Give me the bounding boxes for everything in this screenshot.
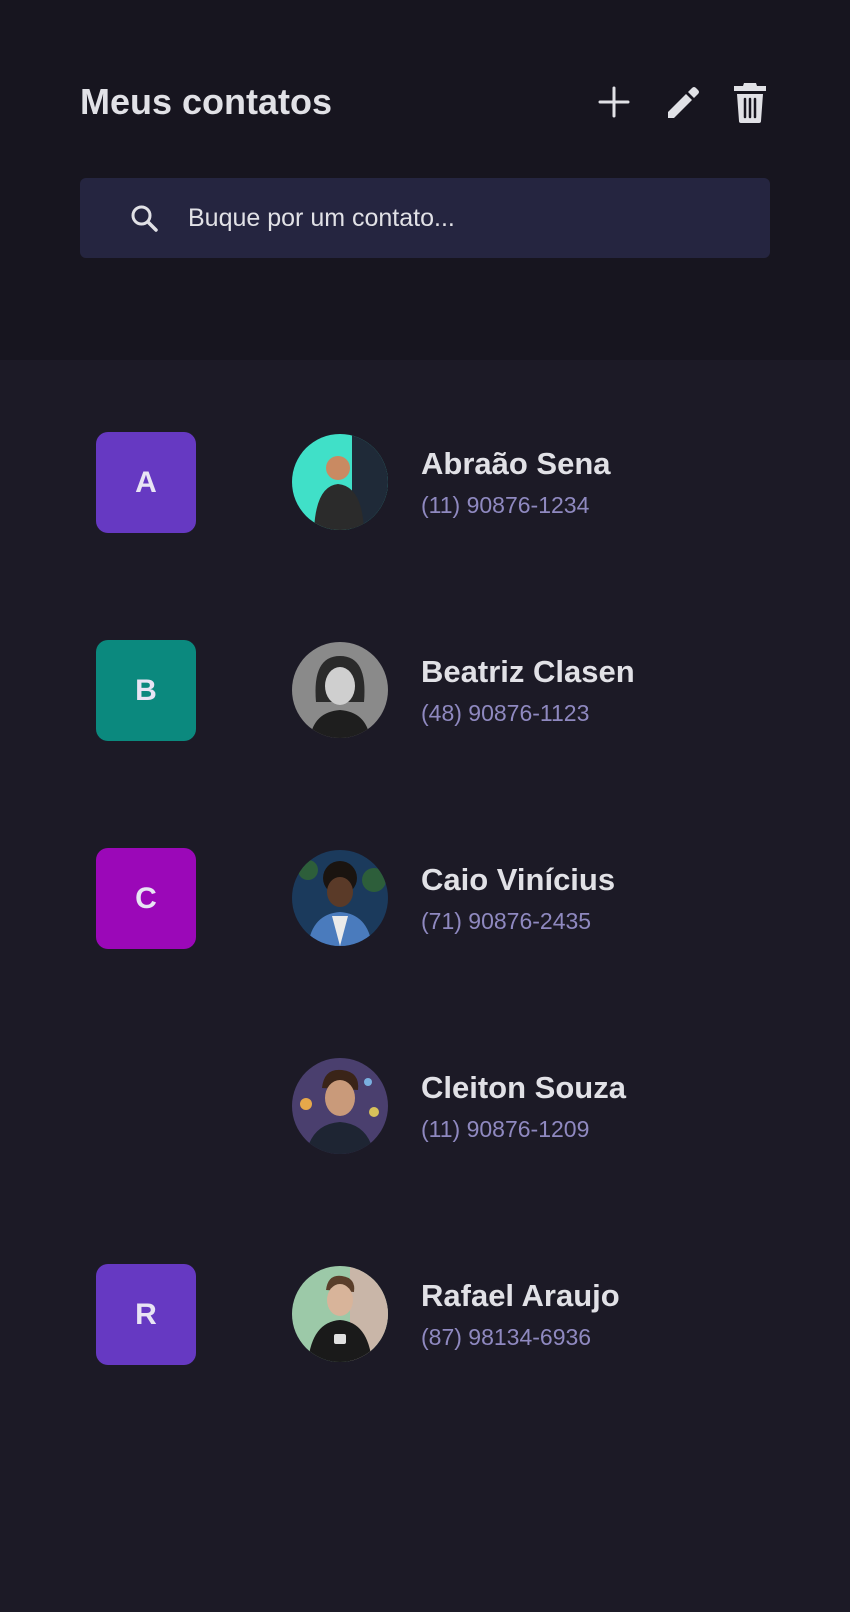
contact-phone: (87) 98134-6936: [421, 1324, 592, 1350]
contact-name: Cleiton Souza: [421, 1070, 626, 1105]
contact-name: Abraão Sena: [421, 446, 611, 481]
page-title: Meus contatos: [80, 81, 333, 122]
avatar: [292, 642, 388, 738]
contact-phone: (11) 90876-1234: [421, 492, 590, 518]
plus-icon: [598, 86, 630, 118]
contact-row-beatriz[interactable]: B Beatriz Clasen (48) 90876-1123: [0, 640, 850, 742]
search-box: [80, 178, 770, 258]
toolbar: [594, 80, 770, 124]
contact-name: Caio Vinícius: [421, 862, 616, 897]
search-input[interactable]: [188, 203, 708, 233]
contact-row-cleiton[interactable]: Cleiton Souza (11) 90876-1209: [0, 1056, 850, 1158]
contact-row-abraao[interactable]: A Abraão Sena (11) 90876-1234: [0, 432, 850, 534]
add-contact-button[interactable]: [594, 80, 634, 124]
letter-badge-a: A: [96, 432, 196, 533]
avatar: [292, 1058, 388, 1154]
avatar: [292, 1266, 388, 1362]
trash-icon: [734, 83, 766, 123]
contact-row-caio[interactable]: C Caio Vinícius (71) 90876-2435: [0, 848, 850, 950]
pencil-icon: [668, 87, 699, 118]
contact-name: Beatriz Clasen: [421, 654, 635, 689]
letter-badge-b: B: [96, 640, 196, 741]
header: Meus contatos: [0, 0, 850, 360]
contact-name: Rafael Araujo: [421, 1278, 620, 1313]
delete-contact-button[interactable]: [730, 80, 770, 124]
contact-phone: (48) 90876-1123: [421, 700, 590, 726]
contact-row-rafael[interactable]: R Rafael Araujo (87) 98134-6936: [0, 1264, 850, 1366]
letter-badge-c: C: [96, 848, 196, 949]
edit-contact-button[interactable]: [662, 80, 702, 124]
avatar: [292, 434, 388, 530]
avatar: [292, 850, 388, 946]
letter-badge-r: R: [96, 1264, 196, 1365]
contact-phone: (11) 90876-1209: [421, 1116, 590, 1142]
search-icon: [130, 204, 158, 232]
contact-phone: (71) 90876-2435: [421, 908, 592, 934]
